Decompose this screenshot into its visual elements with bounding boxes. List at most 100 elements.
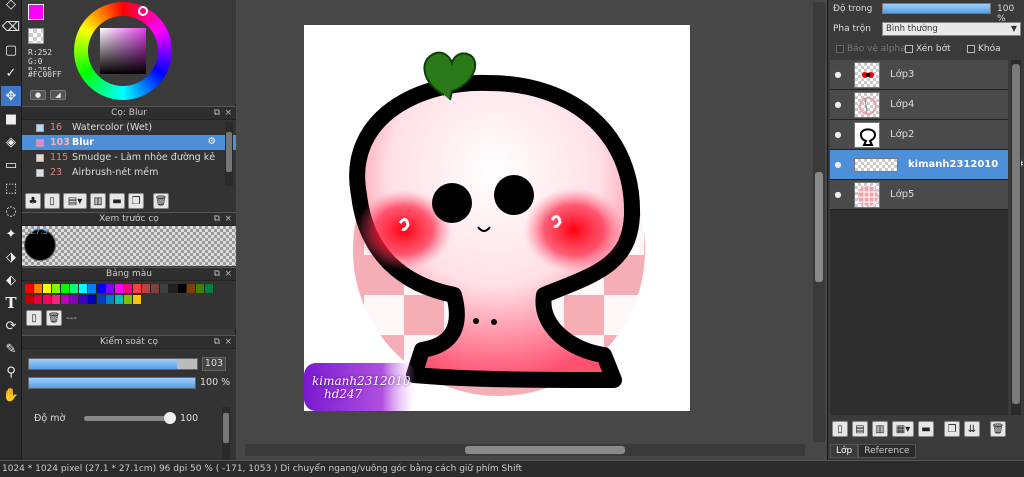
foreground-color-swatch[interactable]	[28, 4, 44, 20]
fill-rect-icon[interactable]: ■	[1, 109, 21, 129]
trash-icon[interactable]: 🗑	[153, 193, 169, 209]
visibility-icon[interactable]: ●	[830, 190, 846, 199]
lock-checkbox[interactable]: Khóa	[967, 44, 1001, 54]
blend-mode-select[interactable]: Bình thường ▼	[882, 22, 1021, 36]
new-layer-8bit-icon[interactable]: ▤	[852, 421, 868, 437]
brush-copy-icon[interactable]: ▥	[90, 193, 106, 209]
transparent-color-swatch[interactable]	[28, 28, 44, 44]
density-slider[interactable]	[84, 416, 174, 421]
visibility-icon[interactable]: ●	[830, 130, 846, 139]
palette-color-swatch[interactable]	[205, 284, 214, 293]
panel-float-icon[interactable]: ⧉	[214, 268, 220, 281]
palette-color-swatch[interactable]	[52, 295, 61, 304]
visibility-icon[interactable]: ●	[830, 160, 846, 169]
eraser-icon[interactable]: ⌫	[1, 17, 21, 37]
canvas-area[interactable]: kimanh2312010 hd247	[237, 0, 827, 460]
palette-color-swatch[interactable]	[43, 295, 52, 304]
select-rect-icon[interactable]: ▢	[1, 40, 21, 60]
scroll-thumb[interactable]	[1012, 64, 1020, 404]
palette-color-swatch[interactable]	[61, 284, 70, 293]
saturation-value-square[interactable]	[100, 28, 146, 74]
scroll-thumb[interactable]	[465, 446, 625, 454]
clipping-checkbox[interactable]: Xén bớt	[905, 44, 951, 54]
palette-color-swatch[interactable]	[79, 284, 88, 293]
palette-color-swatch[interactable]	[88, 284, 97, 293]
magic-wand-icon[interactable]: ✦	[1, 224, 21, 244]
palette-color-swatch[interactable]	[124, 295, 133, 304]
palette-color-swatch[interactable]	[124, 284, 133, 293]
palette-color-swatch[interactable]	[196, 284, 205, 293]
panel-close-icon[interactable]: ×	[224, 107, 232, 120]
brush-item-selected[interactable]: 103 Blur ⚙	[22, 135, 236, 150]
size-value[interactable]: 103	[202, 357, 226, 371]
brush-item[interactable]: 115 Smudge - Làm nhòe đường kẻ	[22, 150, 236, 165]
visibility-icon[interactable]: ●	[830, 100, 846, 109]
horizontal-scrollbar[interactable]	[245, 444, 805, 456]
layer-row-selected[interactable]: ● kimanh2312010 ⚙	[830, 150, 1024, 180]
new-brush-icon[interactable]: ▯	[44, 193, 60, 209]
palette-color-swatch[interactable]	[151, 284, 160, 293]
layer-row[interactable]: ● Lớp2	[830, 120, 1008, 150]
hand-tool-icon[interactable]: ✋	[1, 385, 21, 405]
brush-add-icon[interactable]: ♣	[25, 193, 41, 209]
panel-close-icon[interactable]: ×	[224, 213, 232, 226]
pen-icon[interactable]: ✎	[1, 339, 21, 359]
brush-item[interactable]: 16 Watercolor (Wet)	[22, 120, 236, 135]
bucket-fill-icon[interactable]: ◈	[1, 132, 21, 152]
layer-opacity-slider[interactable]	[882, 3, 991, 14]
gear-icon[interactable]: ⚙	[207, 136, 216, 147]
select-pen-icon[interactable]: ⬗	[1, 247, 21, 267]
palette-color-swatch[interactable]	[25, 295, 34, 304]
panel-close-icon[interactable]: ×	[224, 336, 232, 349]
color-mode-button[interactable]: ●	[30, 90, 46, 100]
select-icon[interactable]: ⬚	[1, 178, 21, 198]
scroll-thumb[interactable]	[815, 172, 823, 282]
select-eraser-icon[interactable]: ⬖	[1, 270, 21, 290]
lasso-icon[interactable]: ◌	[1, 201, 21, 221]
add-layer-menu-icon[interactable]: ▦▾	[892, 421, 914, 437]
palette-color-swatch[interactable]	[169, 284, 178, 293]
tab-reference[interactable]: Reference	[858, 444, 916, 458]
panel-float-icon[interactable]: ⧉	[214, 336, 220, 349]
palette-color-swatch[interactable]	[34, 284, 43, 293]
opacity-slider[interactable]	[28, 377, 196, 389]
new-palette-icon[interactable]: ▯	[26, 310, 42, 326]
trash-icon[interactable]: 🗑	[990, 421, 1006, 437]
palette-color-swatch[interactable]	[34, 295, 43, 304]
panel-float-icon[interactable]: ⧉	[214, 107, 220, 120]
palette-color-swatch[interactable]	[133, 295, 142, 304]
layer-row[interactable]: ● Lớp5	[830, 180, 1008, 210]
brush-tool-icon[interactable]: ✓	[1, 63, 21, 83]
palette-color-swatch[interactable]	[160, 284, 169, 293]
palette-color-swatch[interactable]	[115, 284, 124, 293]
color-picker-button[interactable]: ◢	[50, 90, 66, 100]
palette-color-swatch[interactable]	[187, 284, 196, 293]
brush-item[interactable]: 23 Airbrush-nét mềm	[22, 165, 236, 180]
protect-alpha-checkbox[interactable]: Bảo vệ alpha	[836, 44, 906, 54]
palette-color-swatch[interactable]	[106, 295, 115, 304]
palette-color-swatch[interactable]	[97, 284, 106, 293]
palette-color-swatch[interactable]	[79, 295, 88, 304]
layer-list-scrollbar[interactable]	[1011, 60, 1021, 415]
palette-color-swatch[interactable]	[178, 284, 187, 293]
palette-color-swatch[interactable]	[70, 284, 79, 293]
trash-icon[interactable]: 🗑	[46, 310, 62, 326]
control-scrollbar[interactable]	[222, 407, 230, 461]
eraser-tool-icon[interactable]: ◇	[1, 0, 21, 14]
density-slider-knob[interactable]	[164, 412, 176, 424]
merge-layer-icon[interactable]: ⇊	[964, 421, 980, 437]
artboard[interactable]: kimanh2312010 hd247	[304, 25, 690, 411]
palette-color-swatch[interactable]	[43, 284, 52, 293]
palette-color-swatch[interactable]	[52, 284, 61, 293]
palette-color-swatch[interactable]	[88, 295, 97, 304]
palette-color-swatch[interactable]	[61, 295, 70, 304]
scroll-thumb[interactable]	[226, 132, 232, 172]
tab-layer[interactable]: Lớp	[830, 444, 859, 458]
size-slider[interactable]	[28, 358, 198, 370]
new-layer-1bit-icon[interactable]: ▥	[872, 421, 888, 437]
palette-color-swatch[interactable]	[70, 295, 79, 304]
move-tool-icon[interactable]: ✥	[1, 86, 21, 106]
folder-icon[interactable]: ▬	[109, 193, 125, 209]
palette-color-swatch[interactable]	[25, 284, 34, 293]
brush-list-scrollbar[interactable]	[225, 122, 233, 186]
